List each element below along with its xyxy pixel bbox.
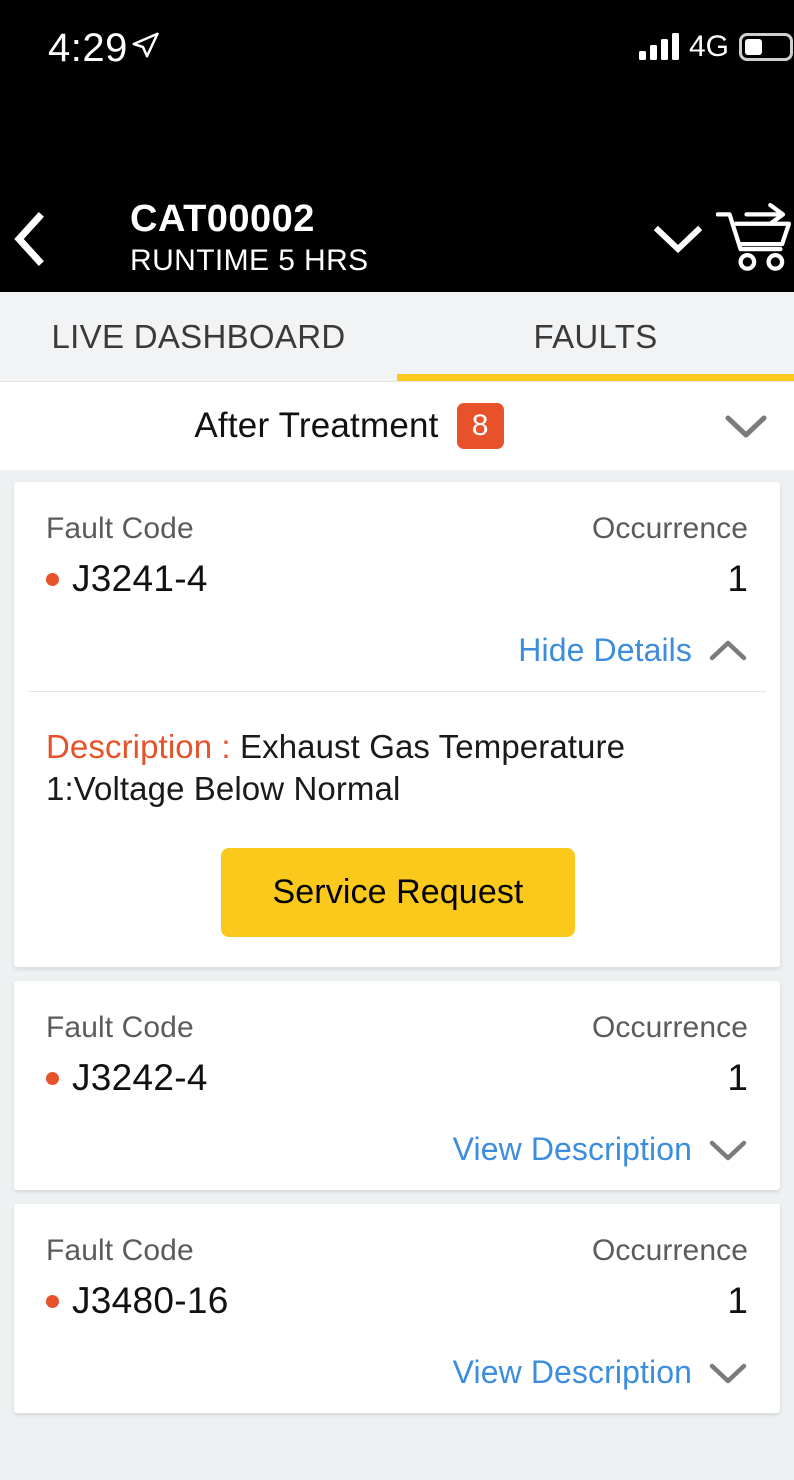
fault-code-value: J3241-4 [72,558,208,599]
chevron-down-icon [654,225,702,253]
fault-card-summary: Fault Code J3241-4 Occurrence 1 Hide Det… [14,482,780,691]
status-bar-indicators: 4G [638,30,794,64]
status-bar-time: 4:29 [48,26,128,70]
hide-details-button[interactable]: Hide Details [46,632,748,669]
fault-list: Fault Code J3241-4 Occurrence 1 Hide Det… [0,470,794,1480]
service-request-wrap: Service Request [46,848,750,938]
cart-arrow-icon [716,202,792,271]
tab-live-dashboard[interactable]: LIVE DASHBOARD [0,292,397,381]
fault-code-header: Fault Code [46,1234,194,1268]
fault-card-summary: Fault Code J3480-16 Occurrence 1 View De… [14,1204,780,1413]
occurrence-value: 1 [727,1280,748,1322]
fault-card-row: Fault Code J3242-4 Occurrence 1 [46,1011,748,1099]
page-title: CAT00002 [130,198,315,241]
service-request-button[interactable]: Service Request [220,848,576,938]
back-button[interactable] [0,185,58,292]
chevron-left-icon [14,211,44,266]
severity-dot-icon [46,572,59,586]
app-header: CAT00002 RUNTIME 5 HRS [0,185,794,292]
occurrence-column: Occurrence 1 [592,512,748,600]
location-arrow-icon [132,32,159,58]
occurrence-column: Occurrence 1 [592,1011,748,1099]
fault-card: Fault Code J3480-16 Occurrence 1 View De… [14,1204,780,1414]
fault-code-value-wrap: J3241-4 [46,558,208,600]
view-description-button[interactable]: View Description [46,1354,748,1391]
fault-code-column: Fault Code J3242-4 [46,1011,208,1099]
fault-code-header: Fault Code [46,1011,194,1045]
occurrence-header: Occurrence [591,1011,748,1045]
chevron-up-icon [709,640,747,660]
fault-card-summary: Fault Code J3242-4 Occurrence 1 View Des… [14,981,780,1190]
tab-live-dashboard-label: LIVE DASHBOARD [51,317,346,355]
cart-button[interactable] [716,185,794,292]
signal-bars-icon [638,33,679,60]
fault-description: Description : Exhaust Gas Temperature 1:… [46,726,750,810]
fault-code-value-wrap: J3242-4 [46,1057,208,1099]
fault-count-badge: 8 [456,403,504,449]
tab-bar: LIVE DASHBOARD FAULTS [0,292,794,382]
status-bar: 4:29 4G [0,0,794,185]
occurrence-value: 1 [727,558,748,599]
fault-group-header[interactable]: After Treatment 8 [0,382,794,470]
severity-dot-icon [46,1071,59,1085]
severity-dot-icon [46,1294,59,1308]
fault-group-title: After Treatment [194,406,439,445]
occurrence-header: Occurrence [591,512,748,545]
fault-code-header: Fault Code [46,512,194,545]
fault-card: Fault Code J3242-4 Occurrence 1 View Des… [14,981,780,1191]
tab-faults-label: FAULTS [533,317,658,355]
fault-group-title-wrap: After Treatment 8 [0,403,698,449]
fault-code-column: Fault Code J3480-16 [46,1234,229,1322]
fault-card-row: Fault Code J3241-4 Occurrence 1 [46,512,748,600]
tab-faults[interactable]: FAULTS [397,292,794,381]
occurrence-value: 1 [727,1057,748,1099]
fault-code-value: J3242-4 [72,1057,208,1099]
view-description-button[interactable]: View Description [46,1131,748,1168]
occurrence-header: Occurrence [591,1234,748,1268]
fault-code-column: Fault Code J3241-4 [46,512,208,600]
network-type-label: 4G [688,30,729,63]
battery-icon [739,33,794,61]
fault-code-value: J3480-16 [72,1280,229,1322]
chevron-down-icon [709,1363,747,1384]
chevron-down-icon [709,1140,747,1161]
hide-details-label: Hide Details [518,632,692,668]
header-dropdown-button[interactable] [640,185,716,292]
description-label: Description : [46,728,231,765]
app-screen: 4:29 4G CAT00002 RUNTIME 5 HRS LIVE DASH… [0,0,794,1480]
occurrence-column: Occurrence 1 [592,1234,748,1322]
view-description-label: View Description [452,1131,692,1168]
header-titles: CAT00002 RUNTIME 5 HRS [58,198,640,279]
fault-code-value-wrap: J3480-16 [46,1280,229,1322]
fault-card-row: Fault Code J3480-16 Occurrence 1 [46,1234,748,1322]
view-description-label: View Description [452,1354,692,1391]
chevron-down-icon [725,415,767,438]
fault-group-toggle[interactable] [698,413,794,439]
fault-card: Fault Code J3241-4 Occurrence 1 Hide Det… [14,482,780,968]
runtime-label: RUNTIME 5 HRS [130,243,369,277]
fault-card-details: Description : Exhaust Gas Temperature 1:… [14,692,780,967]
